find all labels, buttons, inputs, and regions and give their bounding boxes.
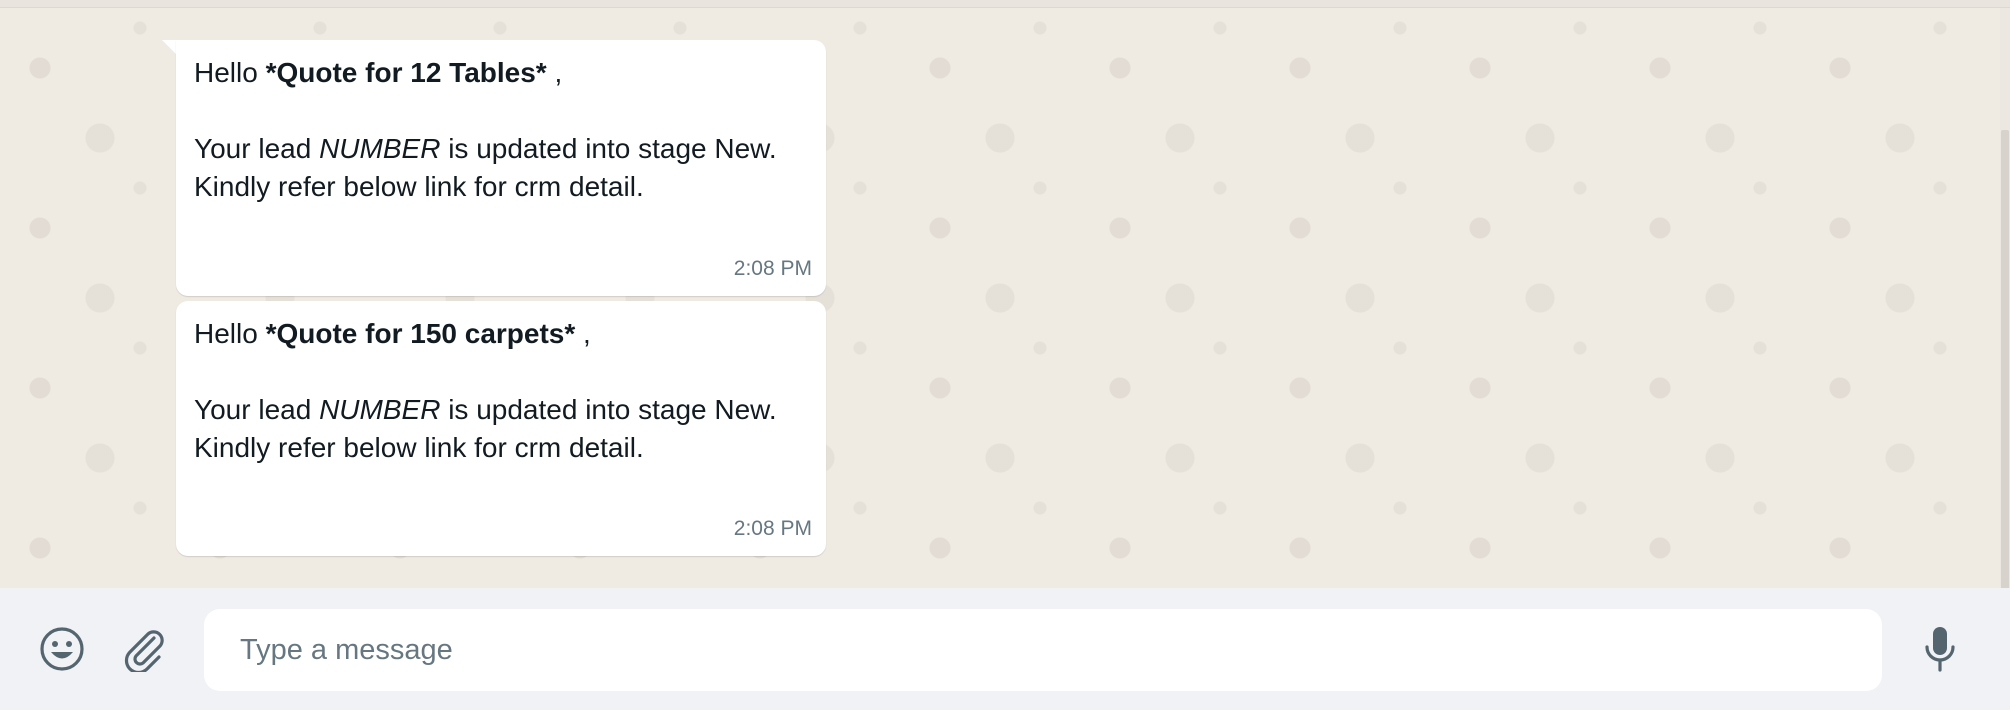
message-timestamp: 2:08 PM: [733, 517, 812, 540]
attach-button[interactable]: [116, 621, 172, 677]
lead-prefix: Your lead: [194, 394, 320, 425]
voice-message-button[interactable]: [1912, 621, 1968, 677]
lead-suffix: is updated into stage New.: [440, 133, 777, 164]
scrollbar-thumb[interactable]: [2001, 130, 2009, 596]
lead-suffix: is updated into stage New.: [440, 394, 777, 425]
message-bubble[interactable]: Hello *Quote for 12 Tables* , Your lead …: [176, 40, 826, 296]
lead-prefix: Your lead: [194, 133, 320, 164]
message-bubble[interactable]: Hello *Quote for 150 carpets* , Your lea…: [176, 301, 826, 556]
quote-title: *Quote for 150 carpets*: [265, 318, 576, 349]
lead-token: NUMBER: [319, 133, 441, 164]
emoji-button[interactable]: [34, 621, 90, 677]
lead-token: NUMBER: [319, 394, 441, 425]
message-refer-line: Kindly refer below link for crm detail.: [194, 171, 644, 202]
greeting-suffix: ,: [546, 57, 563, 88]
message-list[interactable]: Hello *Quote for 12 Tables* , Your lead …: [0, 8, 2010, 588]
message-greeting-line: Hello *Quote for 12 Tables* ,: [194, 54, 810, 92]
paperclip-icon: [124, 630, 164, 672]
message-input[interactable]: [238, 632, 1882, 668]
message-lead-line: Your lead NUMBER is updated into stage N…: [194, 130, 810, 168]
greeting-text: Hello: [194, 318, 266, 349]
greeting-suffix: ,: [575, 318, 591, 349]
message-greeting-line: Hello *Quote for 150 carpets* ,: [194, 315, 810, 353]
microphone-icon: [1925, 627, 1955, 672]
composer-bar: [0, 588, 2010, 710]
message-refer-line: Kindly refer below link for crm detail.: [194, 432, 644, 463]
greeting-text: Hello: [194, 57, 266, 88]
message-lead-line: Your lead NUMBER is updated into stage N…: [194, 391, 810, 429]
header-divider: [0, 0, 2010, 8]
scrollbar[interactable]: [2000, 8, 2010, 596]
quote-title: *Quote for 12 Tables*: [265, 57, 547, 88]
emoji-icon: [40, 627, 84, 671]
message-input-container[interactable]: [204, 609, 1882, 691]
bubble-tail: [162, 40, 176, 54]
message-timestamp: 2:08 PM: [733, 257, 812, 280]
chat-window: Hello *Quote for 12 Tables* , Your lead …: [0, 0, 2010, 710]
